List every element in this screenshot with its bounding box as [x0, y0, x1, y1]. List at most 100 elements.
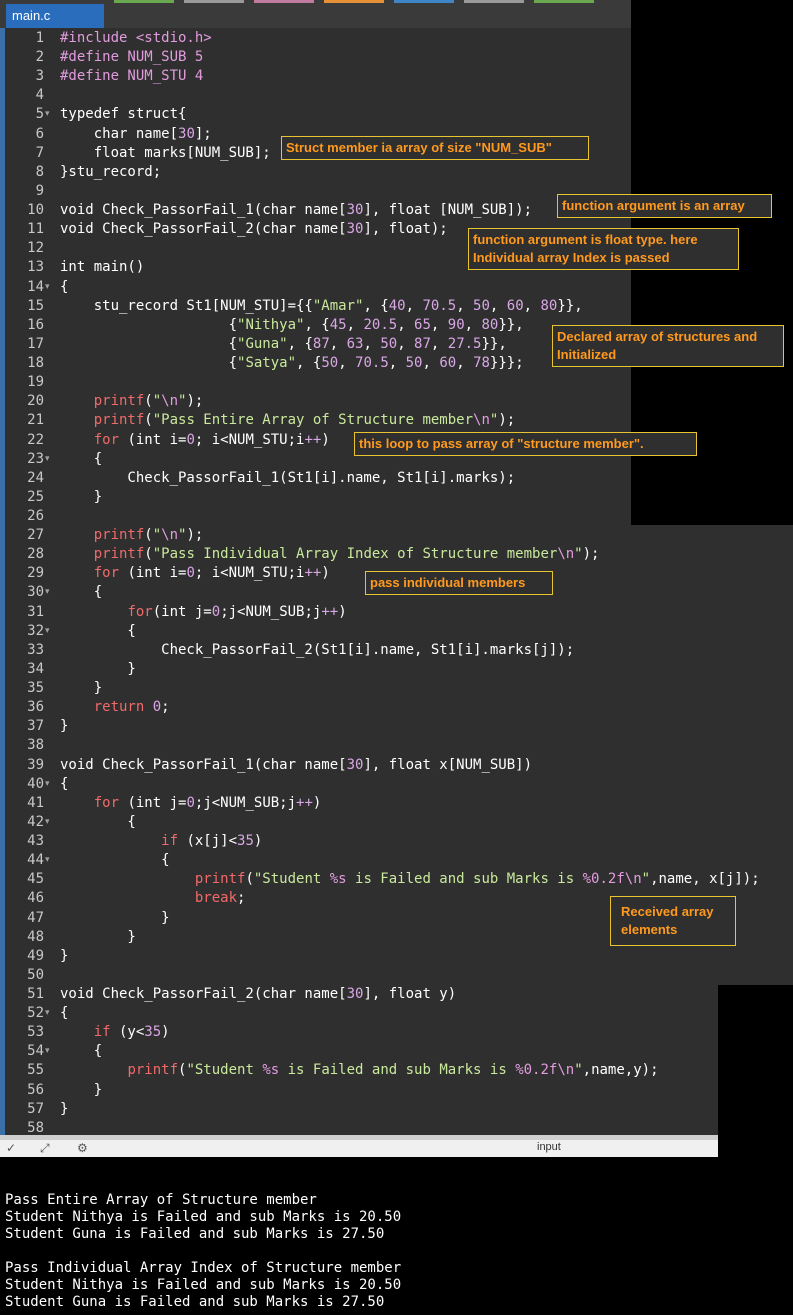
line-number: 17	[27, 335, 44, 352]
fold-icon[interactable]: ▾	[45, 450, 55, 469]
code-line[interactable]: 4	[0, 86, 793, 105]
code-text: return 0;	[93, 699, 170, 716]
annotation-loop-pass-array: this loop to pass array of "structure me…	[354, 432, 697, 456]
code-line[interactable]: 51 void Check_PassorFail_2(char name[30],…	[0, 985, 793, 1004]
code-line[interactable]: 56 }	[0, 1081, 793, 1100]
fold-icon[interactable]: ▾	[45, 583, 55, 602]
code-line[interactable]: 1 #include <stdio.h>	[0, 29, 793, 48]
fold-icon[interactable]: ▾	[45, 105, 55, 124]
code-line[interactable]: 14 ▾ {	[0, 278, 793, 297]
code-line[interactable]: 53 if (y<35)	[0, 1023, 793, 1042]
code-line[interactable]: 45 printf("Student %s is Failed and sub …	[0, 870, 793, 889]
code-line[interactable]: 35 }	[0, 679, 793, 698]
line-number: 49	[27, 947, 44, 964]
code-text: {	[60, 584, 103, 601]
code-line[interactable]: 31 for(int j=0;j<NUM_SUB;j++)	[0, 603, 793, 622]
chevron-down-icon[interactable]: ✓	[6, 1141, 16, 1155]
code-line[interactable]: 42 ▾ {	[0, 813, 793, 832]
line-number: 9	[35, 182, 44, 199]
code-text: #define NUM_STU 4	[60, 68, 204, 85]
code-text: break;	[194, 890, 246, 907]
code-line[interactable]: 32 ▾ {	[0, 622, 793, 641]
line-number: 4	[35, 87, 44, 104]
code-text: printf("Pass Individual Array Index of S…	[93, 546, 600, 563]
code-line[interactable]: 28 printf("Pass Individual Array Index o…	[0, 545, 793, 564]
code-line[interactable]: 52 ▾ {	[0, 1004, 793, 1023]
code-line[interactable]: 54 ▾ {	[0, 1042, 793, 1061]
code-editor[interactable]: main.c 1 #include <stdio.h> 2 #define NUM_S…	[0, 0, 793, 1136]
line-number: 41	[27, 794, 44, 811]
code-text: }	[60, 928, 136, 945]
line-number: 10	[27, 202, 44, 219]
code-text: {	[60, 278, 69, 295]
line-number: 45	[27, 871, 44, 888]
fold-icon[interactable]: ▾	[45, 278, 55, 297]
line-number: 30	[27, 584, 44, 601]
code-text: {	[60, 450, 103, 467]
code-line[interactable]: 19	[0, 373, 793, 392]
line-number: 37	[27, 718, 44, 735]
code-line[interactable]: 37}	[0, 717, 793, 736]
code-line[interactable]: 33 Check_PassorFail_2(St1[i].name, St1[i…	[0, 641, 793, 660]
code-line[interactable]: 21 printf("Pass Entire Array of Structur…	[0, 411, 793, 430]
fold-icon[interactable]: ▾	[45, 851, 55, 870]
code-line[interactable]: 36 return 0;	[0, 698, 793, 717]
code-line[interactable]: 27 printf("\n");	[0, 526, 793, 545]
code-line[interactable]: 39 void Check_PassorFail_1(char name[30],…	[0, 756, 793, 775]
code-text: void Check_PassorFail_2(char name[30], f…	[60, 986, 457, 1002]
console-line: Student Guna is Failed and sub Marks is …	[5, 1226, 385, 1242]
line-number: 6	[35, 125, 44, 142]
input-label: input	[537, 1141, 561, 1153]
line-number: 50	[27, 966, 44, 983]
fold-icon[interactable]: ▾	[45, 1004, 55, 1023]
code-line[interactable]: 34 }	[0, 660, 793, 679]
code-line[interactable]: 24 Check_PassorFail_1(St1[i].name, St1[i…	[0, 469, 793, 488]
line-number: 5	[35, 106, 44, 123]
code-line[interactable]: 41 for (int j=0;j<NUM_SUB;j++)	[0, 794, 793, 813]
code-line[interactable]: 3 #define NUM_STU 4	[0, 67, 793, 86]
annotation-pass-individual: pass individual members	[365, 571, 553, 595]
code-text: {"Guna", {87, 63, 50, 87, 27.5}},	[60, 335, 507, 352]
code-line[interactable]: 2 #define NUM_SUB 5	[0, 48, 793, 67]
code-line[interactable]: 8}stu_record;	[0, 163, 793, 182]
tab-main-c[interactable]: main.c	[6, 4, 104, 28]
code-text: #include <stdio.h>	[60, 30, 212, 46]
code-text: {	[60, 852, 170, 869]
code-text: }	[60, 909, 170, 926]
code-line[interactable]: 55 printf("Student %s is Failed and sub …	[0, 1061, 793, 1080]
code-line[interactable]: 49}	[0, 947, 793, 966]
code-text: typedef struct{	[60, 106, 187, 123]
code-text: }	[60, 1100, 69, 1117]
code-text: for (int j=0;j<NUM_SUB;j++)	[93, 794, 322, 811]
code-line[interactable]: 50	[0, 966, 793, 985]
code-text: float marks[NUM_SUB];	[60, 144, 271, 161]
line-number: 22	[27, 431, 44, 448]
code-line[interactable]: 20 printf("\n");	[0, 392, 793, 411]
code-line[interactable]: 25 }	[0, 488, 793, 507]
code-text: void Check_PassorFail_1(char name[30], f…	[60, 202, 533, 219]
fold-icon[interactable]: ▾	[45, 775, 55, 794]
line-number: 46	[27, 890, 44, 907]
code-line[interactable]: 43 if (x[j]<35)	[0, 832, 793, 851]
expand-icon[interactable]: ⤢	[40, 1141, 50, 1156]
code-line[interactable]: 15 stu_record St1[NUM_STU]={{"Amar", {40…	[0, 297, 793, 316]
code-line[interactable]: 38	[0, 736, 793, 755]
fold-icon[interactable]: ▾	[45, 1042, 55, 1061]
console-output: Pass Entire Array of Structure member Stu…	[5, 1175, 401, 1311]
code-line[interactable]: 44 ▾ {	[0, 851, 793, 870]
code-text: {	[60, 622, 136, 639]
code-line[interactable]: 5 ▾ typedef struct{	[0, 105, 793, 124]
fold-icon[interactable]: ▾	[45, 813, 55, 832]
code-line[interactable]: 57}	[0, 1100, 793, 1119]
code-text: {	[60, 813, 136, 830]
settings-icon[interactable]: ⚙	[77, 1141, 88, 1155]
code-line[interactable]: 26	[0, 507, 793, 526]
code-line[interactable]: 40 ▾ {	[0, 775, 793, 794]
line-number: 47	[27, 909, 44, 926]
line-number: 53	[27, 1024, 44, 1041]
code-text: Check_PassorFail_2(St1[i].name, St1[i].m…	[60, 641, 575, 658]
fold-icon[interactable]: ▾	[45, 622, 55, 641]
line-number: 42	[27, 813, 44, 830]
console-line: Student Nithya is Failed and sub Marks i…	[5, 1277, 402, 1293]
